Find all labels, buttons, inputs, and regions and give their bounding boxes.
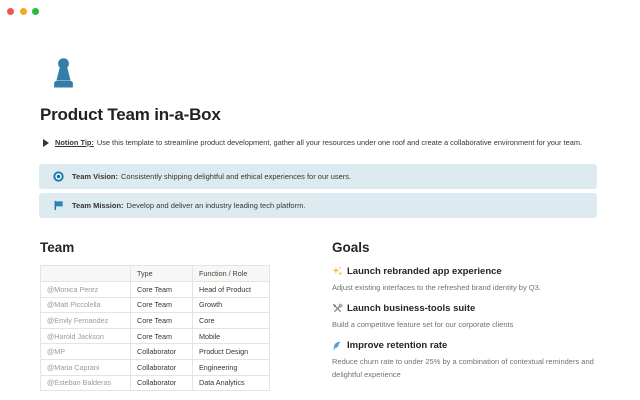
minimize-button[interactable]: [19, 8, 27, 15]
sparkles-icon: [332, 266, 343, 277]
table-cell[interactable]: Collaborator: [130, 374, 193, 392]
pawn-icon[interactable]: [52, 57, 75, 89]
flag-icon: [53, 200, 64, 211]
goals-list: Launch rebranded app experience Adjust e…: [332, 265, 606, 381]
callout-label: Team Vision:: [72, 171, 118, 181]
table-row: @Emily Fernandez Core Team Core: [40, 312, 270, 329]
goal-item: Launch business-tools suite Build a comp…: [332, 302, 606, 331]
goal-title-row[interactable]: Launch rebranded app experience: [332, 265, 606, 278]
goal-title: Launch rebranded app experience: [347, 266, 502, 277]
table-cell[interactable]: Collaborator: [130, 343, 193, 360]
person-mention-cell[interactable]: @MP: [40, 343, 131, 360]
table-row: @MP Collaborator Product Design: [40, 343, 270, 360]
person-mention-cell[interactable]: @Matt Piccolella: [40, 296, 131, 314]
person-mention-cell[interactable]: @Monica Perez: [40, 281, 131, 298]
goal-title-row[interactable]: Improve retention rate: [332, 339, 606, 352]
window-controls: [7, 8, 39, 15]
table-cell[interactable]: Product Design: [192, 343, 270, 360]
team-vision-callout[interactable]: Team Vision: Consistently shipping delig…: [39, 164, 597, 189]
page-title[interactable]: Product Team in-a-Box: [40, 103, 221, 127]
goal-title: Launch business-tools suite: [347, 303, 476, 314]
hammer-and-wrench-icon: [332, 303, 343, 314]
callout-text: Consistently shipping delightful and eth…: [121, 171, 352, 181]
table-cell[interactable]: Growth: [192, 296, 270, 314]
table-header-row: Type Function / Role: [40, 265, 270, 282]
goals-heading[interactable]: Goals: [332, 239, 606, 257]
table-cell[interactable]: Head of Product: [192, 281, 270, 298]
goal-description[interactable]: Reduce churn rate to under 25% by a comb…: [332, 355, 604, 381]
team-section: Team Type Function / Role @Monica Perez C…: [40, 239, 273, 392]
table-row: @Matt Piccolella Core Team Growth: [40, 296, 270, 314]
table-cell[interactable]: Core Team: [130, 312, 193, 329]
team-table-body: @Monica Perez Core Team Head of Product @Ma…: [40, 281, 270, 392]
close-button[interactable]: [7, 8, 14, 15]
nazar-amulet-icon: [53, 171, 64, 182]
team-table: Type Function / Role @Monica Perez Core T…: [40, 265, 270, 392]
goals-section: Goals Launch rebranded app experience Ad…: [332, 239, 606, 389]
goal-item: Improve retention rate Reduce churn rate…: [332, 339, 606, 381]
column-header-type[interactable]: Type: [130, 265, 193, 282]
callout-label: Team Mission:: [72, 200, 124, 210]
goal-title-row[interactable]: Launch business-tools suite: [332, 302, 606, 315]
zoom-button[interactable]: [32, 8, 39, 15]
column-header-function-role[interactable]: Function / Role: [192, 265, 270, 282]
team-heading[interactable]: Team: [40, 239, 273, 257]
notion-tip-toggle[interactable]: Notion Tip: Use this template to streamli…: [43, 138, 633, 148]
column-header-name[interactable]: [40, 265, 131, 282]
table-cell[interactable]: Collaborator: [130, 358, 193, 376]
table-row: @Maria Caprani Collaborator Engineering: [40, 358, 270, 376]
triangle-right-icon[interactable]: [43, 139, 49, 147]
table-cell[interactable]: Engineering: [192, 358, 270, 376]
table-cell[interactable]: Mobile: [192, 327, 270, 345]
table-cell[interactable]: Core Team: [130, 296, 193, 314]
person-mention-cell[interactable]: @Harold Jackson: [40, 327, 131, 345]
goal-description[interactable]: Build a competitive feature set for our …: [332, 318, 604, 331]
table-cell[interactable]: Core Team: [130, 281, 193, 298]
goal-title: Improve retention rate: [347, 340, 448, 351]
table-cell[interactable]: Core Team: [130, 327, 193, 345]
person-mention-cell[interactable]: @Esteban Balderas: [40, 374, 131, 392]
table-cell[interactable]: Data Analytics: [192, 374, 270, 392]
goal-description[interactable]: Adjust existing interfaces to the refres…: [332, 281, 604, 294]
goal-item: Launch rebranded app experience Adjust e…: [332, 265, 606, 294]
table-row: @Esteban Balderas Collaborator Data Analyt…: [40, 374, 270, 392]
callout-text: Develop and deliver an industry leading …: [126, 200, 306, 210]
person-mention-cell[interactable]: @Emily Fernandez: [40, 312, 131, 329]
person-mention-cell[interactable]: @Maria Caprani: [40, 358, 131, 376]
table-row: @Monica Perez Core Team Head of Product: [40, 281, 270, 298]
dolphin-icon: [332, 340, 343, 351]
team-mission-callout[interactable]: Team Mission: Develop and deliver an ind…: [39, 193, 597, 218]
table-row: @Harold Jackson Core Team Mobile: [40, 327, 270, 345]
tip-text: Notion Tip: Use this template to streamli…: [55, 138, 582, 148]
tip-label: Notion Tip:: [55, 138, 94, 147]
table-cell[interactable]: Core: [192, 312, 270, 329]
tip-body: Use this template to streamline product …: [96, 138, 583, 147]
